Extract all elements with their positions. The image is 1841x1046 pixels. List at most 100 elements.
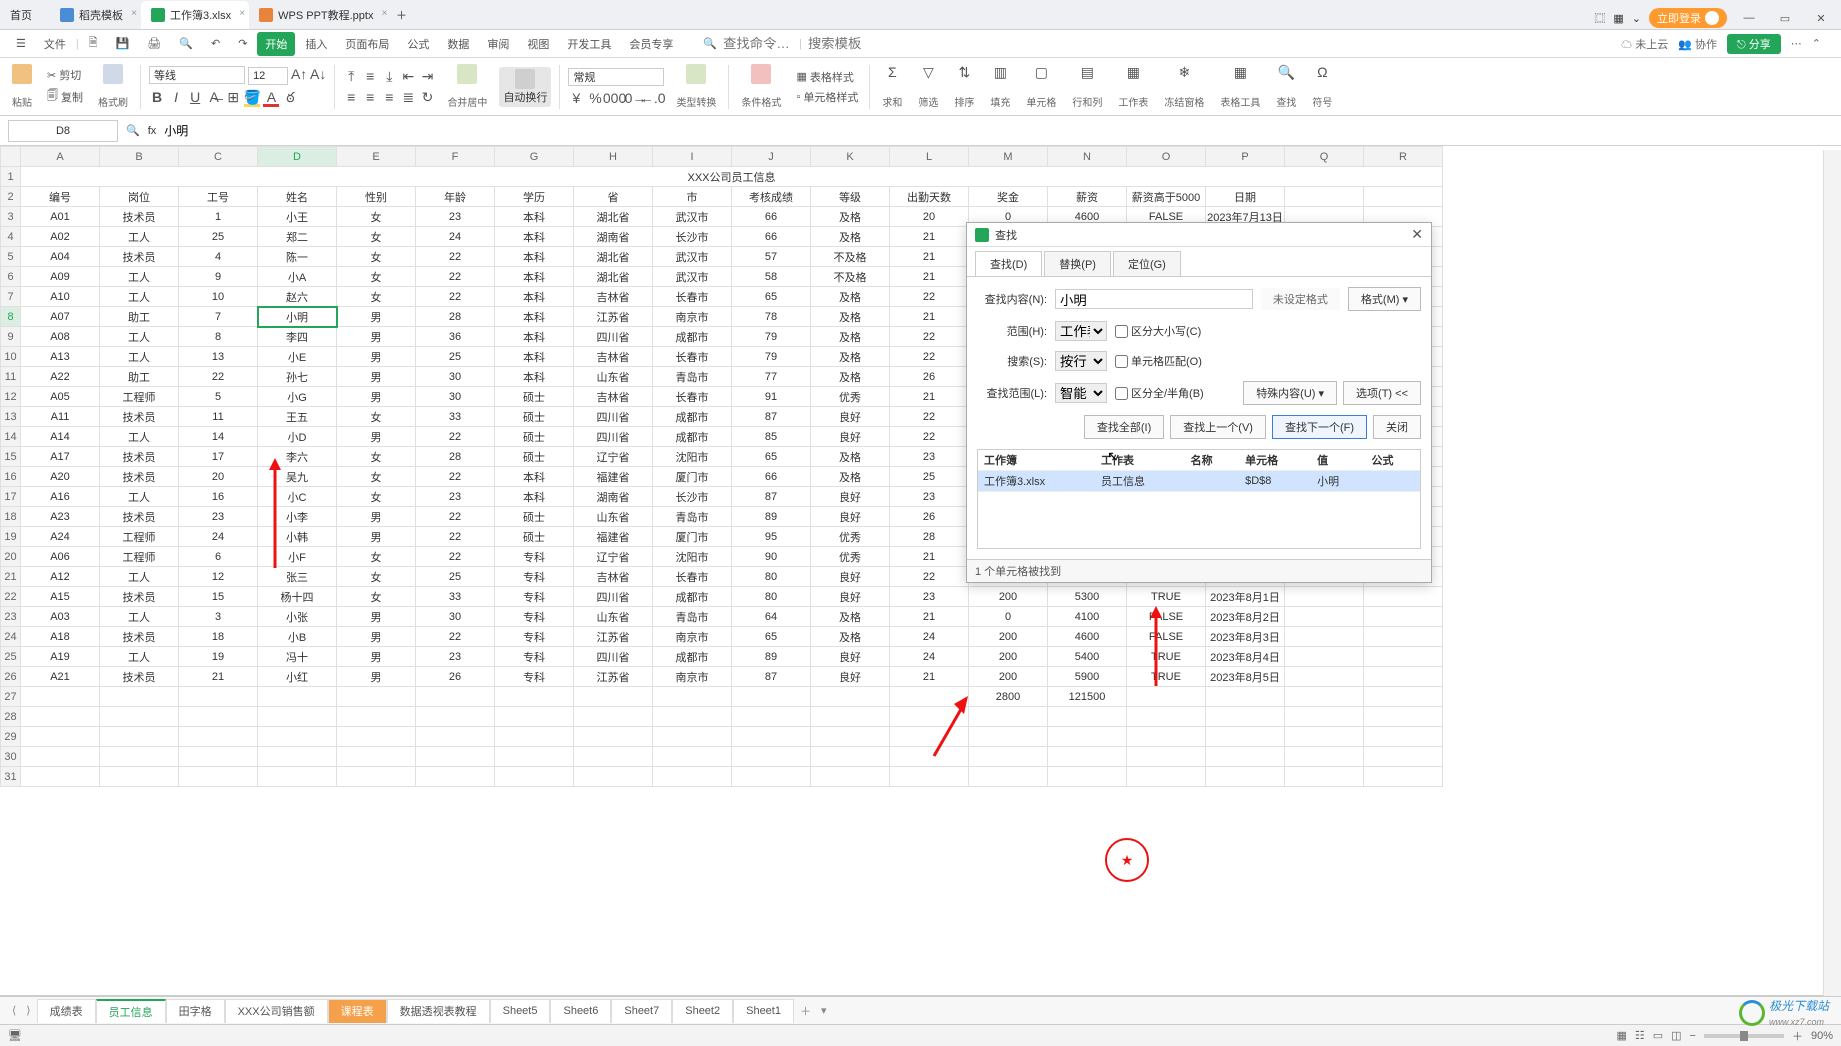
cell[interactable]: 5400	[1048, 647, 1127, 667]
cell[interactable]: 助工	[100, 367, 179, 387]
col-header[interactable]: A	[21, 147, 100, 167]
cell[interactable]: 山东省	[574, 507, 653, 527]
cell[interactable]: 2023年8月4日	[1206, 647, 1285, 667]
cell[interactable]: 小C	[258, 487, 337, 507]
title-cell[interactable]: XXX公司员工信息	[21, 167, 1443, 187]
cell[interactable]	[1285, 687, 1364, 707]
cell[interactable]: 陈一	[258, 247, 337, 267]
cell[interactable]: 孙七	[258, 367, 337, 387]
cell[interactable]: 良好	[811, 567, 890, 587]
zoom-slider[interactable]	[1704, 1034, 1784, 1038]
cell[interactable]: 张三	[258, 567, 337, 587]
cell[interactable]: 2800	[969, 687, 1048, 707]
login-button[interactable]: 立即登录	[1649, 8, 1727, 28]
cell[interactable]: 武汉市	[653, 207, 732, 227]
cell[interactable]: 87	[732, 667, 811, 687]
collab-button[interactable]: 👥 协作	[1678, 36, 1717, 52]
find-icon[interactable]: 🔍	[1278, 64, 1294, 80]
row-header[interactable]: 31	[1, 767, 21, 787]
command-search[interactable]	[723, 36, 793, 51]
cell[interactable]: 22	[416, 427, 495, 447]
cell[interactable]: 长春市	[653, 387, 732, 407]
cell[interactable]: 山东省	[574, 367, 653, 387]
cell[interactable]: A21	[21, 667, 100, 687]
row-header[interactable]: 29	[1, 727, 21, 747]
header-cell[interactable]: 编号	[21, 187, 100, 207]
currency-icon[interactable]: ¥	[568, 90, 584, 106]
dialog-tab-goto[interactable]: 定位(G)	[1113, 251, 1181, 276]
cell[interactable]: 4100	[1048, 607, 1127, 627]
cell[interactable]: 良好	[811, 407, 890, 427]
size-select[interactable]: 12	[248, 67, 288, 85]
cell[interactable]: 长春市	[653, 287, 732, 307]
cell[interactable]: 小E	[258, 347, 337, 367]
cell[interactable]: 不及格	[811, 267, 890, 287]
cell[interactable]: 11	[179, 407, 258, 427]
tab-dev[interactable]: 开发工具	[559, 32, 619, 56]
fx-label[interactable]: fx	[148, 125, 157, 137]
cell[interactable]: 30	[416, 607, 495, 627]
cell[interactable]: 21	[179, 667, 258, 687]
cell[interactable]: 青岛市	[653, 607, 732, 627]
chk-match[interactable]	[1115, 355, 1128, 368]
tab-review[interactable]: 审阅	[479, 32, 517, 56]
cell[interactable]	[258, 687, 337, 707]
cell[interactable]: 小韩	[258, 527, 337, 547]
view-page-icon[interactable]: ☷	[1635, 1029, 1645, 1042]
cell[interactable]: 女	[337, 267, 416, 287]
grid-icon[interactable]: ▦	[1613, 12, 1623, 25]
cell[interactable]: A13	[21, 347, 100, 367]
cell[interactable]: 专科	[495, 587, 574, 607]
cell[interactable]: 本科	[495, 227, 574, 247]
cell[interactable]: 长春市	[653, 567, 732, 587]
down-icon[interactable]: ⌄	[1632, 12, 1641, 25]
row-header[interactable]: 15	[1, 447, 21, 467]
cell[interactable]	[100, 687, 179, 707]
cell[interactable]: 技术员	[100, 207, 179, 227]
cell[interactable]: 22	[890, 427, 969, 447]
sheet-tab[interactable]: Sheet6	[550, 999, 611, 1023]
cell[interactable]: 本科	[495, 467, 574, 487]
sheet-list-icon[interactable]: ▾	[817, 1004, 831, 1017]
cell[interactable]: 工人	[100, 607, 179, 627]
tab-formula[interactable]: 公式	[399, 32, 437, 56]
cell[interactable]: 青岛市	[653, 367, 732, 387]
cell[interactable]: 33	[416, 407, 495, 427]
cell[interactable]: 25	[416, 567, 495, 587]
cell[interactable]: A05	[21, 387, 100, 407]
cell[interactable]: 21	[890, 547, 969, 567]
cell[interactable]: 王五	[258, 407, 337, 427]
cell[interactable]: 山东省	[574, 607, 653, 627]
cell[interactable]: 工人	[100, 487, 179, 507]
cell[interactable]: 工人	[100, 227, 179, 247]
cell[interactable]: 小张	[258, 607, 337, 627]
cell[interactable]: 24	[890, 647, 969, 667]
cell[interactable]: 21	[890, 307, 969, 327]
cell[interactable]: 工人	[100, 647, 179, 667]
tab-home[interactable]: 首页	[0, 1, 50, 29]
header-cell[interactable]: 性别	[337, 187, 416, 207]
cell[interactable]: 李六	[258, 447, 337, 467]
cell[interactable]: 女	[337, 287, 416, 307]
align-top-icon[interactable]: ⤒	[343, 69, 359, 85]
cut-button[interactable]: ✂ 剪切	[44, 66, 86, 84]
indent-inc-icon[interactable]: ⇥	[419, 69, 435, 85]
col-header[interactable]: P	[1206, 147, 1285, 167]
cell[interactable]: 南京市	[653, 627, 732, 647]
cell[interactable]: 66	[732, 467, 811, 487]
header-cell[interactable]: 考核成绩	[732, 187, 811, 207]
freeze-icon[interactable]: ❄	[1176, 64, 1192, 80]
cell[interactable]: 7	[179, 307, 258, 327]
cell[interactable]: 技术员	[100, 407, 179, 427]
cell[interactable]: 5300	[1048, 587, 1127, 607]
cell[interactable]	[811, 687, 890, 707]
cell[interactable]: 工程师	[100, 527, 179, 547]
cell[interactable]: 1	[179, 207, 258, 227]
cell[interactable]: 男	[337, 427, 416, 447]
cell[interactable]: 4600	[1048, 627, 1127, 647]
cell[interactable]: 助工	[100, 307, 179, 327]
find-all-button[interactable]: 查找全部(I)	[1084, 415, 1164, 439]
cell[interactable]: 专科	[495, 567, 574, 587]
cell[interactable]: 21	[890, 247, 969, 267]
cell[interactable]: 90	[732, 547, 811, 567]
